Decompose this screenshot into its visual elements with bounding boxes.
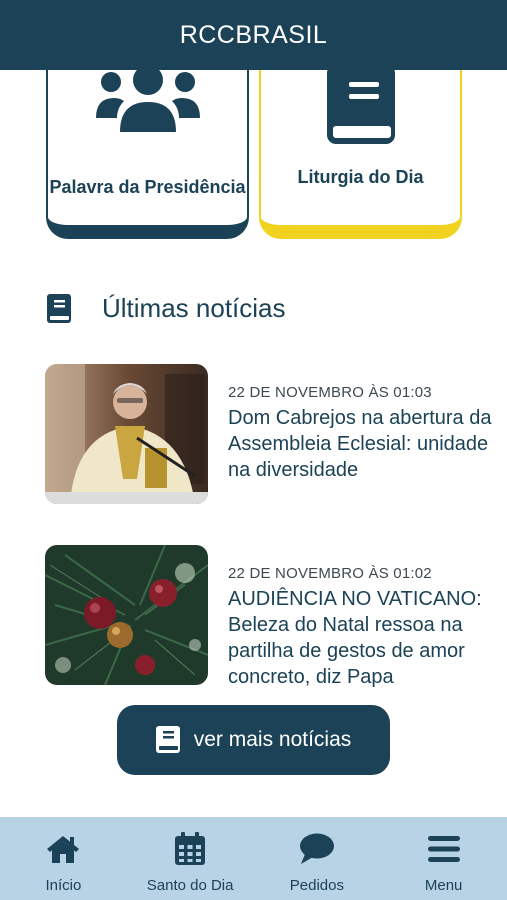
news-title: AUDIÊNCIA NO VATICANO: Beleza do Natal r… [228,588,482,688]
speech-bubble-icon [299,831,335,867]
news-date: 22 DE NOVEMBRO ÀS 01:02 [228,565,432,582]
see-more-news-button[interactable]: ver mais notícias [117,705,390,775]
section-title: Últimas notícias [102,293,286,323]
news-thumbnail [45,364,208,504]
news-item[interactable]: 22 DE NOVEMBRO ÀS 01:03 Dom Cabrejos na … [45,364,495,504]
tab-inicio[interactable]: Início [0,817,127,900]
app-header: RCCBRASIL [0,0,507,70]
book-icon [155,726,180,753]
card-label: Palavra da Presidência [49,177,246,197]
calendar-icon [174,831,206,867]
news-thumbnail [45,545,208,685]
book-icon [325,64,397,153]
news-item[interactable]: 22 DE NOVEMBRO ÀS 01:02 AUDIÊNCIA NO VAT… [45,545,495,690]
tab-label: Menu [424,877,463,894]
section-ultimas-noticias: Últimas notícias [46,293,286,324]
users-group-icon [95,65,200,139]
card-label: Liturgia do Dia [297,167,424,187]
see-more-label: ver mais notícias [193,728,352,751]
book-icon [47,293,71,323]
hamburger-menu-icon [427,831,460,867]
tab-label: Santo do Dia [146,877,234,894]
bottom-tab-bar: Início Santo do Dia Pedidos Menu [0,817,507,900]
tab-label: Pedidos [289,877,344,894]
tab-menu[interactable]: Menu [380,817,507,900]
news-date: 22 DE NOVEMBRO ÀS 01:03 [228,384,432,401]
tab-pedidos[interactable]: Pedidos [254,817,381,900]
tab-label: Início [45,877,82,894]
home-icon [46,831,80,867]
news-title: Dom Cabrejos na abertura da Assembleia E… [228,407,492,481]
app-title: RCCBRASIL [179,20,328,49]
tab-santo-do-dia[interactable]: Santo do Dia [127,817,254,900]
